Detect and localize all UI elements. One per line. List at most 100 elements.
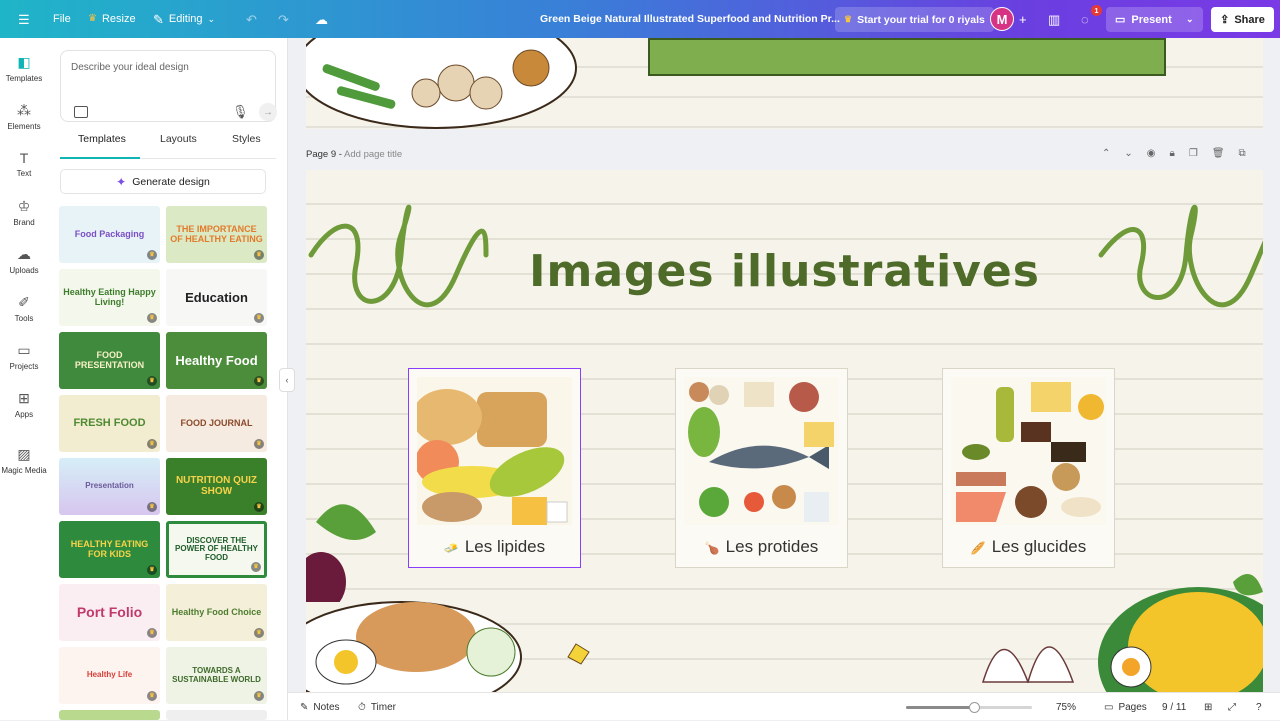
submit-arrow-icon[interactable]: → (259, 103, 277, 121)
page-number: Page 9 - (306, 149, 345, 160)
undo-icon[interactable]: ↶ (246, 0, 257, 38)
butter-icon: 🧈 (443, 541, 459, 555)
microphone-icon[interactable]: 🎙 (232, 104, 249, 120)
notes-label: Notes (313, 701, 340, 713)
template-thumbnail[interactable]: FOOD JOURNAL ♛ (166, 395, 267, 452)
template-thumbnail[interactable]: Healthy Food Choice ♛ (166, 584, 267, 641)
rail-item-tools[interactable]: ✐ Tools (0, 294, 48, 323)
tab-layouts[interactable]: Layouts (160, 133, 197, 145)
lipids-image[interactable] (417, 377, 572, 525)
carbs-image[interactable] (951, 377, 1106, 525)
template-thumbnail[interactable]: Healthy Life ♛ (59, 647, 160, 704)
cloud-save-icon[interactable]: ☁ (315, 0, 328, 38)
add-page-title[interactable]: Add page title (344, 149, 402, 160)
carbs-illustration (951, 377, 1106, 525)
card-label[interactable]: 🧈 Les lipides (409, 537, 580, 557)
timer-button[interactable]: ⏱ Timer (358, 693, 396, 721)
template-thumbnail[interactable]: Port Folio ♛ (59, 584, 160, 641)
proteins-image[interactable] (684, 377, 839, 525)
card-glucides[interactable]: 🥖 Les glucides (942, 368, 1115, 568)
resize-button[interactable]: ♛ Resize (88, 0, 136, 38)
rail-item-uploads[interactable]: ☁ Uploads (0, 246, 48, 275)
document-title[interactable]: Green Beige Natural Illustrated Superfoo… (540, 0, 840, 38)
generate-design-button[interactable]: ✦ Generate design (60, 169, 266, 194)
template-thumbnail[interactable]: FRESH FOOD ♛ (59, 395, 160, 452)
chevron-up-icon[interactable]: ⌃ (1102, 148, 1110, 159)
template-thumbnail[interactable] (59, 710, 160, 720)
template-thumbnail[interactable]: FOOD PRESENTATION ♛ (59, 332, 160, 389)
start-trial-button[interactable]: ♛ Start your trial for 0 riyals (835, 7, 994, 32)
notes-button[interactable]: ✎ Notes (300, 693, 340, 721)
help-icon[interactable]: ? (1256, 693, 1262, 721)
card-label[interactable]: 🥖 Les glucides (943, 537, 1114, 557)
card-label[interactable]: 🍗 Les protides (676, 537, 847, 557)
share-button[interactable]: ⇪ Share (1211, 7, 1274, 32)
card-lipides[interactable]: 🧈 Les lipides (408, 368, 581, 568)
template-thumbnail[interactable]: Education ♛ (166, 269, 267, 326)
template-thumbnail[interactable]: HEALTHY EATING FOR KIDS ♛ (59, 521, 160, 578)
crown-icon: ♛ (251, 562, 261, 572)
fullscreen-icon[interactable]: ⤢ (1228, 693, 1236, 721)
rail-item-magic-media[interactable]: ▨ Magic Media (0, 446, 48, 475)
brand-icon: ♔ (17, 198, 31, 214)
slide-page-9[interactable]: Images illustratives 🧈 Les lipides 🍗 Les… (306, 170, 1263, 692)
file-label: File (53, 13, 71, 25)
delete-icon[interactable]: 🗑︎ (1212, 148, 1225, 159)
avatar[interactable]: M (990, 7, 1014, 31)
card-title: Les glucides (991, 537, 1087, 556)
template-thumbnail[interactable]: Presentation ♛ (59, 458, 160, 515)
share-label: Share (1234, 13, 1265, 26)
template-thumbnail[interactable]: THE IMPORTANCE OF HEALTHY EATING ♛ (166, 206, 267, 263)
slide-title[interactable]: Images illustratives (306, 246, 1263, 297)
duplicate-icon[interactable]: ❐ (1189, 148, 1198, 159)
text-icon: T (19, 150, 29, 166)
green-block[interactable] (648, 38, 1166, 76)
chevron-down-icon[interactable]: ⌄ (1124, 148, 1132, 159)
rail-item-apps[interactable]: ⊞ Apps (0, 390, 48, 419)
trial-label: Start your trial for 0 riyals (857, 13, 985, 26)
redo-icon[interactable]: ↷ (278, 0, 289, 38)
template-thumbnail[interactable]: Healthy Eating Happy Living! ♛ (59, 269, 160, 326)
rail-item-elements[interactable]: ⁂ Elements (0, 102, 48, 131)
rail-item-text[interactable]: T Text (0, 150, 48, 178)
chevron-down-icon[interactable]: ⌄ (1186, 14, 1194, 25)
previous-page[interactable] (306, 38, 1263, 129)
page-toolbar: ⌃ ⌄ ◉ 🔒︎ ❐ 🗑︎ ⧉ (1102, 148, 1246, 159)
present-button[interactable]: ▭ Present ⌄ (1106, 7, 1203, 32)
collapse-panel-button[interactable]: ‹ (279, 368, 295, 392)
hide-page-icon[interactable]: ◉ (1147, 148, 1156, 159)
menu-icon[interactable]: ☰ (18, 0, 30, 38)
lock-icon[interactable]: 🔒︎ (1170, 148, 1175, 159)
zoom-slider[interactable] (906, 702, 1032, 713)
template-thumbnail[interactable]: NUTRITION QUIZ SHOW ♛ (166, 458, 267, 515)
card-protides[interactable]: 🍗 Les protides (675, 368, 848, 568)
analytics-icon[interactable]: ▥ (1048, 0, 1060, 38)
template-thumbnail[interactable] (166, 710, 267, 720)
add-page-icon[interactable]: ⧉ (1239, 148, 1246, 159)
zoom-level[interactable]: 75% (1056, 693, 1076, 721)
design-prompt-input[interactable]: Describe your ideal design (71, 62, 189, 73)
template-title: Food Packaging (74, 228, 145, 239)
add-collaborator-icon[interactable]: + (1019, 0, 1027, 38)
editing-dropdown[interactable]: ✎ Editing ⌄ (153, 0, 215, 38)
pages-button[interactable]: ▭ Pages (1104, 693, 1147, 721)
template-thumbnail[interactable]: Food Packaging ♛ (59, 206, 160, 263)
rail-item-templates[interactable]: ◧ Templates (0, 54, 48, 83)
generate-label: Generate design (132, 175, 210, 188)
file-menu[interactable]: File (53, 0, 71, 38)
image-upload-icon[interactable] (74, 106, 88, 118)
template-thumbnail[interactable]: TOWARDS A SUSTAINABLE WORLD ♛ (166, 647, 267, 704)
comments-icon[interactable]: ◌ (1081, 0, 1089, 38)
uploads-icon: ☁ (17, 246, 31, 262)
tab-styles[interactable]: Styles (232, 133, 261, 145)
template-title: Education (185, 289, 248, 305)
design-prompt-box[interactable]: Describe your ideal design 🎙 → (60, 50, 277, 122)
left-rail: ◧ Templates ⁂ Elements T Text ♔ Brand ☁ … (0, 38, 48, 720)
zoom-slider-handle[interactable] (969, 702, 981, 713)
template-thumbnail[interactable]: DISCOVER THE POWER OF HEALTHY FOOD ♛ (166, 521, 267, 578)
rail-item-projects[interactable]: ▭ Projects (0, 342, 48, 371)
template-thumbnail[interactable]: Healthy Food ♛ (166, 332, 267, 389)
rail-item-brand[interactable]: ♔ Brand (0, 198, 48, 227)
tab-templates[interactable]: Templates (78, 133, 126, 145)
grid-view-icon[interactable]: ⊞ (1204, 693, 1212, 721)
